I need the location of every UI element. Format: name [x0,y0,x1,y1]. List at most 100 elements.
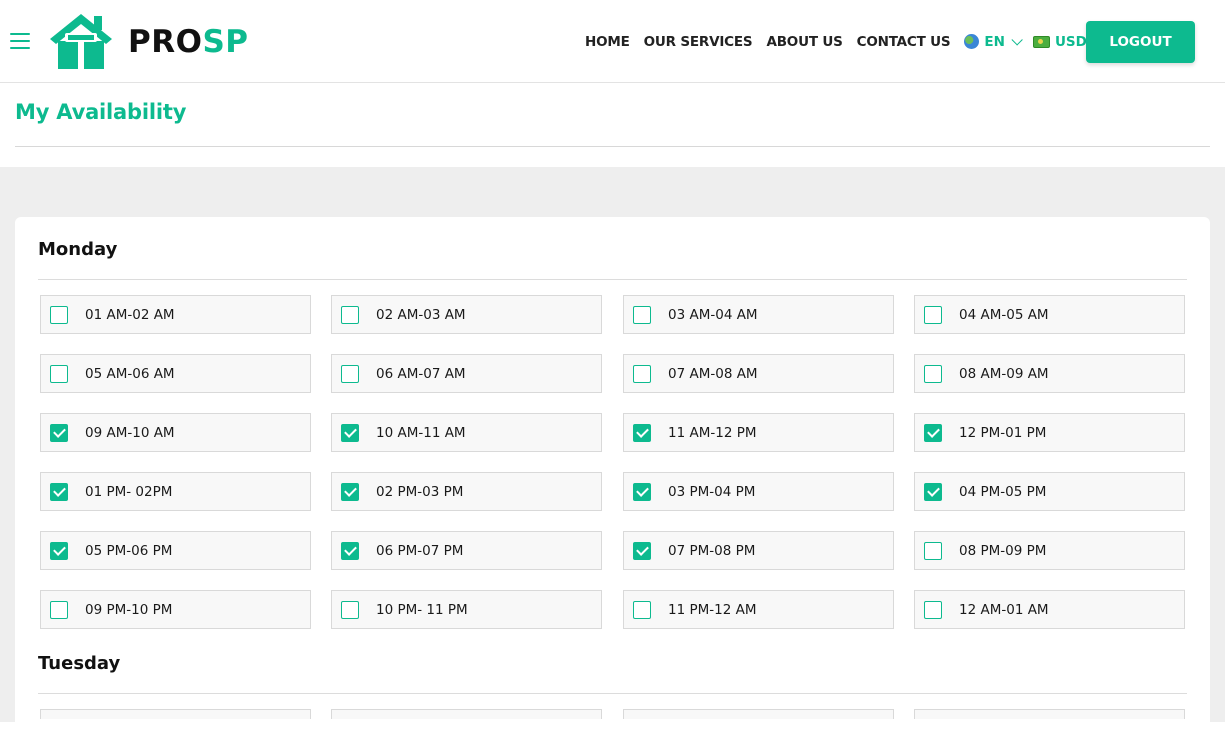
hamburger-menu-icon[interactable] [10,33,30,49]
house-hammer-logo-icon [50,14,112,69]
time-slot[interactable] [623,709,894,719]
language-selector[interactable]: EN [964,33,1023,50]
time-slot-label: 04 AM-05 AM [959,306,1049,323]
time-slot[interactable]: 12 PM-01 PM [914,413,1185,452]
currency-label: USD [1054,33,1087,50]
time-slot[interactable]: 07 AM-08 AM [623,354,894,393]
time-slot[interactable] [40,709,311,719]
time-slot-label: 06 PM-07 PM [376,542,464,559]
checkbox-unchecked[interactable] [341,305,359,324]
time-slot[interactable]: 12 AM-01 AM [914,590,1185,629]
time-slot-label: 01 AM-02 AM [85,306,175,323]
time-slot[interactable]: 03 AM-04 AM [623,295,894,334]
checkbox-unchecked[interactable] [924,600,942,619]
checkbox-unchecked[interactable] [633,305,651,324]
time-slot-label: 08 PM-09 PM [959,542,1047,559]
checkbox-checked[interactable] [924,423,942,442]
checkbox-unchecked[interactable] [633,364,651,383]
brand-name: PROSP [128,24,249,60]
checkbox-unchecked[interactable] [50,305,68,324]
checkbox-checked[interactable] [633,482,651,501]
day-title-tuesday: Tuesday [38,653,121,674]
day-divider [38,279,1187,280]
time-slot[interactable]: 05 PM-06 PM [40,531,311,570]
time-slot[interactable]: 10 PM- 11 PM [331,590,602,629]
time-slot[interactable]: 06 PM-07 PM [331,531,602,570]
time-slot[interactable]: 04 AM-05 AM [914,295,1185,334]
nav-our-services[interactable]: OUR SERVICES [644,34,753,50]
checkbox-checked[interactable] [341,541,359,560]
time-slot[interactable]: 04 PM-05 PM [914,472,1185,511]
checkbox-checked[interactable] [341,482,359,501]
time-slot-label: 03 PM-04 PM [668,483,756,500]
day-title-monday: Monday [38,239,118,260]
time-slot-label: 12 AM-01 AM [959,601,1049,618]
top-header: PROSP HOME OUR SERVICES ABOUT US CONTACT… [0,0,1225,83]
time-slot[interactable]: 10 AM-11 AM [331,413,602,452]
globe-icon [964,34,980,49]
logo[interactable]: PROSP [48,13,249,70]
time-slot[interactable]: 09 PM-10 PM [40,590,311,629]
time-slot-label: 02 AM-03 AM [376,306,466,323]
checkbox-unchecked[interactable] [341,600,359,619]
checkbox-checked[interactable] [633,423,651,442]
time-slot[interactable]: 11 PM-12 AM [623,590,894,629]
time-slot-label: 05 AM-06 AM [85,365,175,382]
day-divider [38,693,1187,694]
time-slot-label: 01 PM- 02PM [85,483,173,500]
nav-home[interactable]: HOME [585,34,630,50]
availability-card: Monday 01 AM-02 AM 02 AM-03 AM 03 AM-04 AM 0… [15,217,1210,737]
time-slot-label: 07 AM-08 AM [668,365,758,382]
time-slot[interactable]: 06 AM-07 AM [331,354,602,393]
time-slot[interactable]: 07 PM-08 PM [623,531,894,570]
checkbox-unchecked[interactable] [924,305,942,324]
chevron-down-icon [1011,33,1023,46]
time-slot-label: 10 AM-11 AM [376,424,466,441]
time-slot[interactable]: 01 PM- 02PM [40,472,311,511]
time-slot-label: 11 AM-12 PM [668,424,757,441]
time-slot[interactable]: 11 AM-12 PM [623,413,894,452]
time-slot[interactable] [331,709,602,719]
brand-name-part2: SP [202,23,249,60]
checkbox-checked[interactable] [50,541,68,560]
time-slot[interactable]: 02 AM-03 AM [331,295,602,334]
time-slot-label: 10 PM- 11 PM [376,601,468,618]
checkbox-unchecked[interactable] [341,364,359,383]
time-slot-label: 03 AM-04 AM [668,306,758,323]
checkbox-unchecked[interactable] [633,600,651,619]
language-label: EN [984,33,1005,50]
time-slot[interactable]: 02 PM-03 PM [331,472,602,511]
checkbox-checked[interactable] [924,482,942,501]
time-slot-label: 08 AM-09 AM [959,365,1049,382]
checkbox-unchecked[interactable] [924,541,942,560]
time-slot-label: 11 PM-12 AM [668,601,757,618]
time-slot[interactable]: 01 AM-02 AM [40,295,311,334]
time-slot[interactable]: 08 PM-09 PM [914,531,1185,570]
brand-name-part1: PRO [128,23,203,60]
time-slot-label: 09 PM-10 PM [85,601,173,618]
time-slot-label: 05 PM-06 PM [85,542,173,559]
time-slot[interactable]: 03 PM-04 PM [623,472,894,511]
time-slot[interactable]: 09 AM-10 AM [40,413,311,452]
title-divider [15,146,1210,147]
time-slot-label: 06 AM-07 AM [376,365,466,382]
checkbox-checked[interactable] [50,482,68,501]
time-slot[interactable]: 05 AM-06 AM [40,354,311,393]
checkbox-unchecked[interactable] [50,600,68,619]
checkbox-checked[interactable] [50,423,68,442]
checkbox-unchecked[interactable] [50,364,68,383]
time-slot-label: 04 PM-05 PM [959,483,1047,500]
checkbox-checked[interactable] [341,423,359,442]
time-slot[interactable]: 08 AM-09 AM [914,354,1185,393]
nav-about-us[interactable]: ABOUT US [766,34,842,50]
time-slot-label: 07 PM-08 PM [668,542,756,559]
checkbox-checked[interactable] [633,541,651,560]
money-icon [1032,35,1050,48]
nav-contact-us[interactable]: CONTACT US [857,34,951,50]
checkbox-unchecked[interactable] [924,364,942,383]
main-nav: HOME OUR SERVICES ABOUT US CONTACT US EN… [585,0,1115,83]
time-slot[interactable] [914,709,1185,719]
time-slot-label: 12 PM-01 PM [959,424,1047,441]
time-slot-label: 02 PM-03 PM [376,483,464,500]
logout-button[interactable]: LOGOUT [1086,21,1195,63]
